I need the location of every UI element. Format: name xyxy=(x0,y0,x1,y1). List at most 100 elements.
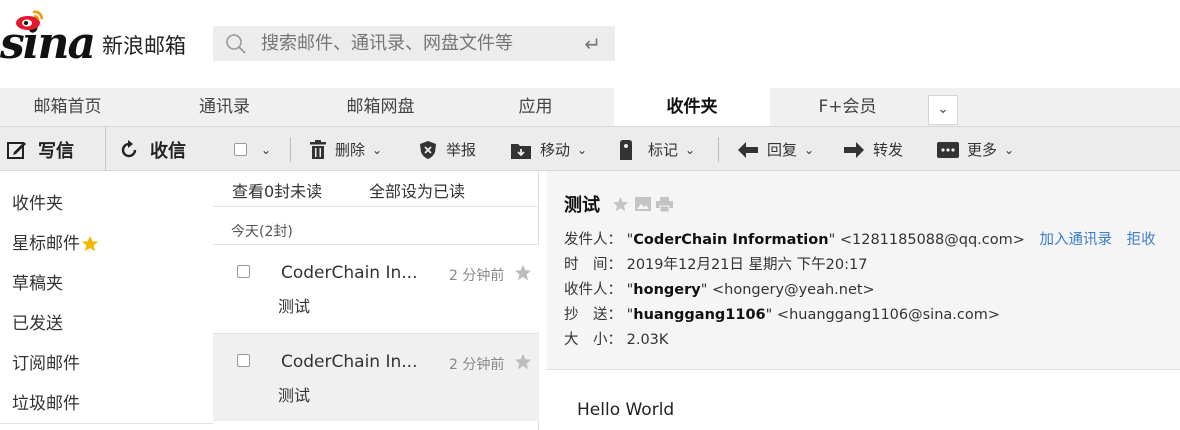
mail-time: 2 分钟前 xyxy=(449,268,505,284)
search-icon xyxy=(226,33,246,54)
add-contact-link[interactable]: 加入通讯录 xyxy=(1040,232,1113,248)
reply-label: 回复 xyxy=(767,141,798,159)
mail-time: 2 分钟前 xyxy=(449,357,505,373)
mail-subject: 测试 xyxy=(278,386,311,405)
brand-name: 新浪邮箱 xyxy=(102,34,186,58)
cc-label: 抄 送： xyxy=(564,307,622,323)
mark-all-read-link[interactable]: 全部设为已读 xyxy=(369,178,465,202)
mail-subject: 测试 xyxy=(278,297,311,316)
row-checkbox[interactable] xyxy=(237,354,250,367)
list-item[interactable]: CoderChain In... 2 分钟前 测试 xyxy=(213,244,539,332)
sender-name[interactable]: CoderChain Information xyxy=(633,232,828,248)
receive-button[interactable]: 收信 xyxy=(118,127,186,172)
more-label: 更多 xyxy=(967,141,998,159)
chevron-down-icon: ⌄ xyxy=(261,142,272,157)
time-line: 时 间： 2019年12月21日 星期六 下午20:17 xyxy=(564,253,867,274)
forward-button[interactable]: 转发 xyxy=(843,127,903,172)
mail-header: 测试 发件人： "CoderChain Information" <128118… xyxy=(547,171,1180,370)
forward-label: 转发 xyxy=(873,141,904,159)
move-button[interactable]: 移动 ⌄ xyxy=(510,127,587,172)
mail-sender: CoderChain In... xyxy=(281,263,418,283)
size-label: 大 小： xyxy=(564,332,622,348)
compose-label: 写信 xyxy=(38,140,74,162)
toolbar: 写信 收信 ⌄ 删除 ⌄ 举报 移动 ⌄ 标记 ⌄ 回复 ⌄ 转发 更多 ⌄ xyxy=(0,126,1180,172)
tab-apps[interactable]: 应用 xyxy=(468,88,603,126)
sidebar-item-starred[interactable]: 星标邮件 xyxy=(12,224,99,264)
delete-label: 删除 xyxy=(335,141,366,159)
trash-icon xyxy=(310,139,326,159)
reject-link[interactable]: 拒收 xyxy=(1127,232,1156,248)
mail-reader: 测试 发件人： "CoderChain Information" <128118… xyxy=(547,171,1180,430)
size-value: 2.03K xyxy=(626,332,669,348)
reply-button[interactable]: 回复 ⌄ xyxy=(737,127,814,172)
chevron-down-icon: ⌄ xyxy=(372,142,383,157)
sender-email: <1281185088@qq.com> xyxy=(839,232,1025,248)
cc-name[interactable]: huanggang1106 xyxy=(633,307,765,323)
star-icon[interactable] xyxy=(514,264,532,282)
sidebar-item-spam[interactable]: 垃圾邮件 xyxy=(12,384,80,424)
sender-line: 发件人： "CoderChain Information" <128118508… xyxy=(564,232,1156,248)
tab-netdisk[interactable]: 邮箱网盘 xyxy=(313,88,448,126)
report-button[interactable]: 举报 xyxy=(418,127,476,172)
tab-contacts[interactable]: 通讯录 xyxy=(157,88,292,126)
divider xyxy=(0,423,213,430)
more-icon xyxy=(937,141,959,158)
forward-icon xyxy=(844,141,864,158)
time-value: 2019年12月21日 星期六 下午20:17 xyxy=(626,257,868,273)
star-icon xyxy=(81,235,99,252)
main-tabs: 邮箱首页 通讯录 邮箱网盘 应用 收件夹 F+会员 ⌄ xyxy=(0,88,1180,126)
delete-button[interactable]: 删除 ⌄ xyxy=(309,127,382,172)
sidebar: 收件夹 星标邮件 草稿夹 已发送 订阅邮件 垃圾邮件 xyxy=(0,171,213,430)
divider xyxy=(290,137,291,162)
mail-body: Hello World xyxy=(577,400,675,420)
tag-icon xyxy=(620,139,632,160)
select-all-checkbox[interactable] xyxy=(234,143,247,156)
chevron-down-icon: ⌄ xyxy=(937,101,949,117)
mail-sender: CoderChain In... xyxy=(281,352,418,372)
size-line: 大 小： 2.03K xyxy=(564,328,668,349)
image-icon[interactable] xyxy=(635,197,651,211)
more-button[interactable]: 更多 ⌄ xyxy=(937,127,1014,172)
receive-label: 收信 xyxy=(150,140,186,162)
cc-line: 抄 送： "huanggang1106" <huanggang1106@sina… xyxy=(564,307,1001,323)
top-bar: sina 新浪邮箱 ↵ xyxy=(0,0,1180,88)
mark-button[interactable]: 标记 ⌄ xyxy=(618,127,695,172)
sidebar-item-subscriptions[interactable]: 订阅邮件 xyxy=(12,344,80,384)
tabs-more-dropdown[interactable]: ⌄ xyxy=(928,95,958,125)
star-icon[interactable] xyxy=(612,196,629,213)
reply-icon xyxy=(738,141,758,158)
mail-list: 查看0封未读 全部设为已读 今天(2封) CoderChain In... 2 … xyxy=(213,171,539,430)
star-icon[interactable] xyxy=(514,353,532,371)
shield-icon xyxy=(420,140,436,159)
sina-logo[interactable]: sina 新浪邮箱 xyxy=(0,10,186,66)
tab-inbox[interactable]: 收件夹 xyxy=(614,88,770,126)
search-box[interactable]: ↵ xyxy=(213,26,615,61)
report-label: 举报 xyxy=(446,141,477,159)
tab-mail-home[interactable]: 邮箱首页 xyxy=(0,88,135,126)
mail-list-header: 查看0封未读 全部设为已读 xyxy=(213,171,539,207)
mark-label: 标记 xyxy=(648,141,679,159)
sidebar-item-drafts[interactable]: 草稿夹 xyxy=(12,264,63,304)
search-input[interactable] xyxy=(261,33,561,54)
view-unread-link[interactable]: 查看0封未读 xyxy=(232,178,322,202)
enter-icon[interactable]: ↵ xyxy=(584,32,601,56)
recipient-email: <hongery@yeah.net> xyxy=(712,282,875,298)
chevron-down-icon: ⌄ xyxy=(804,142,815,157)
sender-label: 发件人： xyxy=(564,232,622,248)
print-icon[interactable] xyxy=(656,196,673,212)
mail-title: 测试 xyxy=(564,191,673,217)
sidebar-item-inbox[interactable]: 收件夹 xyxy=(12,184,63,224)
refresh-icon xyxy=(121,139,137,157)
sidebar-item-label: 星标邮件 xyxy=(12,234,80,254)
recipient-line: 收件人： "hongery" <hongery@yeah.net> xyxy=(564,282,875,298)
recipient-label: 收件人： xyxy=(564,282,622,298)
recipient-name[interactable]: hongery xyxy=(633,282,700,298)
compose-button[interactable]: 写信 xyxy=(6,127,74,172)
tab-fplus-member[interactable]: F+会员 xyxy=(780,88,915,126)
select-all-dropdown[interactable]: ⌄ xyxy=(234,127,271,172)
row-checkbox[interactable] xyxy=(237,265,250,278)
sidebar-item-sent[interactable]: 已发送 xyxy=(12,304,63,344)
chevron-down-icon: ⌄ xyxy=(577,142,588,157)
cc-email: <huanggang1106@sina.com> xyxy=(776,307,1001,323)
list-item[interactable]: CoderChain In... 2 分钟前 测试 xyxy=(213,333,539,421)
